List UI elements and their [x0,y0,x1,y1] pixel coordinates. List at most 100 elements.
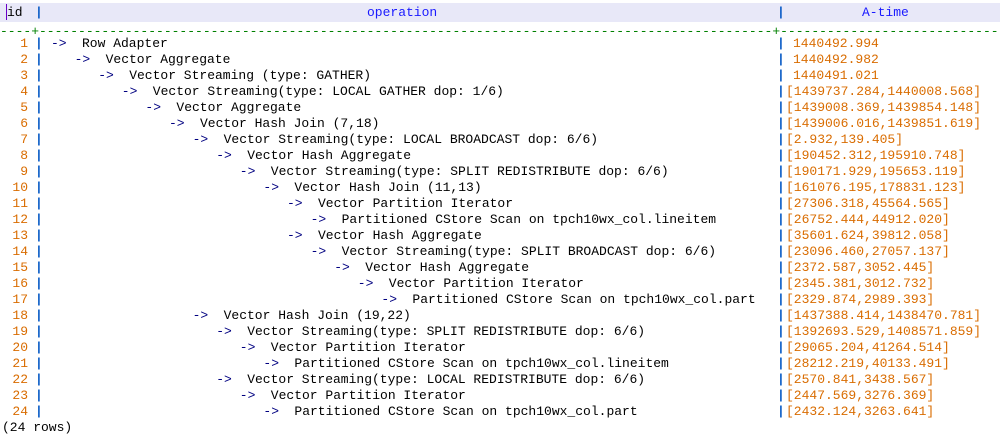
column-divider: | [777,340,785,355]
atime-value: [2447.569,3276.369] [786,388,935,403]
column-divider: | [35,116,43,131]
operation-text: Partitioned CStore Scan on tpch10wx_col.… [294,356,669,371]
operation-text: Partitioned CStore Scan on tpch10wx_col.… [341,212,717,227]
column-divider: | [777,356,785,371]
column-divider: | [777,212,785,227]
operation-text: Vector Aggregate [176,100,302,115]
row-id: 7 [20,132,28,147]
row-id: 8 [20,148,28,163]
plan-arrow-icon: -> [263,404,279,419]
table-row[interactable]: 5 | -> Vector Aggregate | [1439008.369,143985… [0,100,1000,116]
row-id: 18 [12,308,28,323]
column-divider: | [35,148,43,163]
atime-value: [23096.460,27057.137] [786,244,950,259]
column-divider: | [35,404,43,419]
table-row[interactable]: 17 | -> Partitioned CStore Scan on tpch10wx… [0,292,1000,308]
atime-value: [1439006.016,1439851.619] [786,116,982,131]
table-row[interactable]: 1 | -> Row Adapter | 1440492.994 [0,36,1000,52]
row-id: 9 [20,164,28,179]
table-row[interactable]: 20 | -> Vector Partition Iterator | [29065.20… [0,340,1000,356]
table-row[interactable]: 3 | -> Vector Streaming (type: GATHER) | 1440… [0,68,1000,84]
plan-arrow-icon: -> [310,244,327,259]
column-divider: | [777,180,785,195]
plan-arrow-icon: -> [239,388,256,403]
row-id: 11 [12,196,28,211]
column-divider: | [35,212,43,227]
operation-text: Vector Hash Join (11,13) [294,180,482,195]
operation-text: Partitioned CStore Scan on tpch10wx_col.… [412,292,756,307]
column-divider: | [777,164,785,179]
atime-value: [1439008.369,1439854.148] [786,100,982,115]
plan-arrow-icon: -> [216,324,232,339]
row-id: 13 [12,228,28,243]
plan-arrow-icon: -> [98,68,114,83]
operation-text: Vector Streaming(type: SPLIT REDISTRIBUT… [247,324,646,339]
table-row[interactable]: 14 | -> Vector Streaming(type: SPLIT BROADC… [0,244,1000,260]
column-divider: | [777,388,785,403]
table-row[interactable]: 24 | -> Partitioned CStore Scan on tpch10wx… [0,404,1000,420]
atime-value: [1437388.414,1438470.781] [786,308,982,323]
column-divider: | [35,228,43,243]
column-divider: | [777,324,785,339]
column-divider: | [777,292,785,307]
plan-arrow-icon: -> [216,148,232,163]
row-id: 23 [12,388,28,403]
atime-value: [1439737.284,1440008.568] [786,84,982,99]
table-row[interactable]: 16 | -> Vector Partition Iterator | [2345.381… [0,276,1000,292]
column-divider: | [35,84,43,99]
column-divider: | [35,52,43,67]
column-divider: | [777,228,785,243]
table-row[interactable]: 19 | -> Vector Streaming(type: SPLIT REDIST… [0,324,1000,340]
table-row[interactable]: 18 | -> Vector Hash Join (19,22) | [1437388.4… [0,308,1000,324]
column-divider: | [35,5,43,20]
table-row[interactable]: 22 | -> Vector Streaming(type: LOCAL REDIST… [0,372,1000,388]
operation-text: Vector Streaming(type: SPLIT REDISTRIBUT… [270,164,669,179]
column-divider: | [35,340,43,355]
table-row[interactable]: 12 | -> Partitioned CStore Scan on tpch10wx… [0,212,1000,228]
plan-arrow-icon: -> [263,180,279,195]
column-divider: | [35,132,43,147]
plan-arrow-icon: -> [216,372,232,387]
table-row[interactable]: 9 | -> Vector Streaming(type: SPLIT REDISTR… [0,164,1000,180]
plan-arrow-icon: -> [74,52,91,67]
plan-arrow-icon: -> [51,36,67,51]
column-divider: | [35,180,43,195]
atime-value: [29065.204,41264.514] [786,340,950,355]
plan-arrow-icon: -> [169,116,185,131]
header-id: id [7,5,23,20]
table-row[interactable]: 4 | -> Vector Streaming(type: LOCAL GATHER … [0,84,1000,100]
plan-arrow-icon: -> [287,196,303,211]
header-atime: A-time [862,5,909,20]
column-divider: | [777,68,785,83]
operation-text: Vector Partition Iterator [270,340,466,355]
row-id: 3 [20,68,28,83]
column-divider: | [777,132,785,147]
table-row[interactable]: 2 | -> Vector Aggregate | 1440492.982 [0,52,1000,68]
table-row[interactable]: 10 | -> Vector Hash Join (11,13) | [161076.19… [0,180,1000,196]
row-id: 21 [12,356,28,371]
column-divider: | [35,100,43,115]
operation-text: Vector Hash Join (7,18) [200,116,380,131]
atime-value: [2372.587,3052.445] [786,260,935,275]
table-row[interactable]: 21 | -> Partitioned CStore Scan on tpch10wx… [0,356,1000,372]
atime-value: 1440491.021 [793,68,879,83]
table-row[interactable]: 6 | -> Vector Hash Join (7,18) | [1439006.016… [0,116,1000,132]
operation-text: Vector Partition Iterator [388,276,584,291]
column-divider: | [777,36,785,51]
table-row[interactable]: 15 | -> Vector Hash Aggregate | [2372.587,305… [0,260,1000,276]
column-divider: | [35,324,43,339]
column-divider: | [777,84,785,99]
table-row[interactable]: 13 | -> Vector Hash Aggregate | [35601.624,39… [0,228,1000,244]
table-row[interactable]: 8 | -> Vector Hash Aggregate | [190452.312,19… [0,148,1000,164]
table-row[interactable]: 7 | -> Vector Streaming(type: LOCAL BROADCA… [0,132,1000,148]
table-row[interactable]: 11 | -> Vector Partition Iterator | [27306.31… [0,196,1000,212]
column-divider: | [35,260,43,275]
operation-text: Vector Streaming(type: LOCAL GATHER dop:… [152,84,504,99]
atime-value: [2432.124,3263.641] [786,404,935,419]
operation-text: Vector Aggregate [105,52,231,67]
plan-arrow-icon: -> [381,292,397,307]
table-row[interactable]: 23 | -> Vector Partition Iterator | [2447.569… [0,388,1000,404]
atime-value: [2329.874,2989.393] [786,292,935,307]
column-divider: | [777,148,785,163]
plan-arrow-icon: -> [239,164,256,179]
